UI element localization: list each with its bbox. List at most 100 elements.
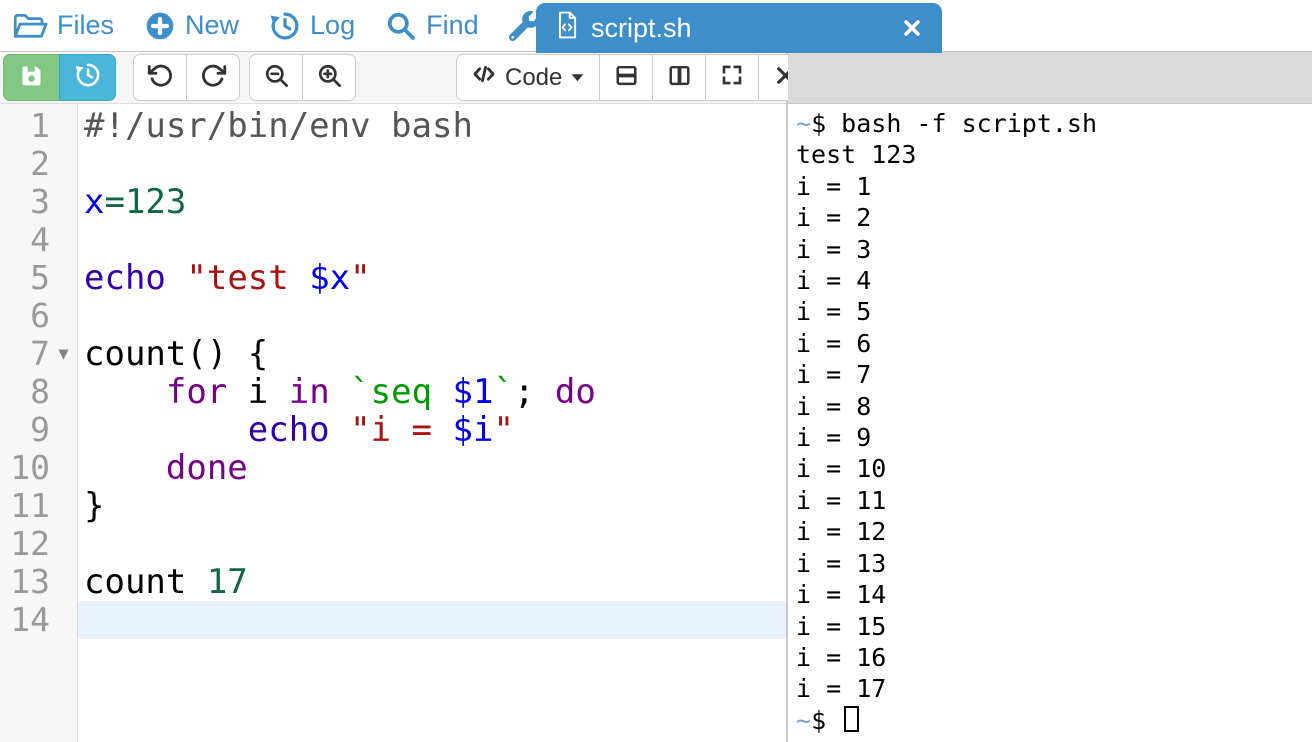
code-line[interactable]: } bbox=[78, 487, 786, 525]
line-number[interactable]: 14 bbox=[0, 601, 50, 639]
code-line[interactable]: #!/usr/bin/env bash bbox=[78, 107, 786, 145]
gutter-row[interactable]: 9 bbox=[0, 411, 77, 449]
gutter-row[interactable]: 12 bbox=[0, 525, 77, 563]
token-plain: $ bash -f script.sh bbox=[811, 109, 1097, 138]
code-line[interactable]: count() { bbox=[78, 335, 786, 373]
token-plain: i = 3 bbox=[796, 235, 871, 264]
gutter-row[interactable]: 13 bbox=[0, 563, 77, 601]
token-plain: i = 9 bbox=[796, 423, 871, 452]
token-prompt: ~ bbox=[796, 109, 811, 138]
zoom-out-icon bbox=[263, 62, 290, 94]
token-meta: #!/usr/bin/env bash bbox=[84, 106, 473, 146]
code-line[interactable] bbox=[78, 221, 786, 259]
view-group: Code bbox=[456, 54, 812, 101]
gutter-row[interactable]: 2 bbox=[0, 145, 77, 183]
caret-down-icon bbox=[570, 64, 585, 92]
line-number[interactable]: 10 bbox=[0, 449, 50, 487]
nav-label: Log bbox=[310, 10, 355, 41]
token-plain: i = 10 bbox=[796, 454, 886, 483]
undo-redo-group bbox=[133, 54, 240, 101]
zoom-out-button[interactable] bbox=[249, 54, 303, 101]
fold-marker-icon[interactable]: ▼ bbox=[50, 344, 77, 364]
code-line[interactable] bbox=[78, 601, 786, 639]
line-number[interactable]: 7 bbox=[0, 335, 50, 373]
line-number[interactable]: 2 bbox=[0, 145, 50, 183]
nav-item-find[interactable]: Find bbox=[385, 10, 479, 42]
split-vertical-button[interactable] bbox=[652, 54, 706, 101]
code-line[interactable] bbox=[78, 525, 786, 563]
terminal-line: test 123 bbox=[796, 139, 1312, 170]
tab-script-sh[interactable]: script.sh bbox=[536, 3, 942, 53]
zoom-in-icon bbox=[316, 62, 343, 94]
code-line[interactable]: x=123 bbox=[78, 183, 786, 221]
fullscreen-button[interactable] bbox=[705, 54, 759, 101]
terminal-line: i = 10 bbox=[796, 453, 1312, 484]
code-line[interactable]: echo "test $x" bbox=[78, 259, 786, 297]
search-icon bbox=[385, 10, 417, 42]
code-line[interactable] bbox=[78, 145, 786, 183]
code-lines[interactable]: #!/usr/bin/env bash x=123 echo "test $x" co… bbox=[78, 104, 786, 742]
terminal-pane: ~$ bash -f script.shtest 123i = 1i = 2i … bbox=[788, 52, 1312, 742]
save-button[interactable] bbox=[3, 54, 60, 101]
restore-history-icon bbox=[74, 61, 102, 94]
gutter-row[interactable]: 3 bbox=[0, 183, 77, 221]
gutter-row[interactable]: 11 bbox=[0, 487, 77, 525]
line-number[interactable]: 5 bbox=[0, 259, 50, 297]
gutter-row[interactable]: 8 bbox=[0, 373, 77, 411]
terminal-line: i = 5 bbox=[796, 296, 1312, 327]
gutter-row[interactable]: 1 bbox=[0, 107, 77, 145]
code-line[interactable]: for i in `seq $1`; do bbox=[78, 373, 786, 411]
line-number[interactable]: 4 bbox=[0, 221, 50, 259]
token-plain: i = 11 bbox=[796, 486, 886, 515]
gutter-row[interactable]: 4 bbox=[0, 221, 77, 259]
token-plain: i = 4 bbox=[796, 266, 871, 295]
tab-close-icon[interactable] bbox=[900, 16, 924, 40]
token-plain: i = 2 bbox=[796, 203, 871, 232]
line-number[interactable]: 13 bbox=[0, 563, 50, 601]
code-line[interactable]: done bbox=[78, 449, 786, 487]
terminal-line: i = 3 bbox=[796, 234, 1312, 265]
terminal-cursor bbox=[844, 706, 859, 732]
line-number[interactable]: 8 bbox=[0, 373, 50, 411]
wrench-icon bbox=[509, 11, 539, 41]
gutter-row[interactable]: 5 bbox=[0, 259, 77, 297]
token-kw: done bbox=[166, 448, 248, 488]
token-plain bbox=[84, 410, 248, 450]
token-plain: i = 12 bbox=[796, 517, 886, 546]
terminal-output[interactable]: ~$ bash -f script.shtest 123i = 1i = 2i … bbox=[788, 104, 1312, 742]
line-number[interactable]: 1 bbox=[0, 107, 50, 145]
token-plain: i = 14 bbox=[796, 580, 886, 609]
code-line[interactable] bbox=[78, 297, 786, 335]
code-line[interactable]: echo "i = $i" bbox=[78, 411, 786, 449]
nav-item-new[interactable]: New bbox=[144, 10, 239, 42]
tab-label: script.sh bbox=[591, 13, 692, 44]
token-plain: i = 16 bbox=[796, 643, 886, 672]
gutter-row[interactable]: 14 bbox=[0, 601, 77, 639]
gutter-row[interactable]: 10 bbox=[0, 449, 77, 487]
line-number[interactable]: 12 bbox=[0, 525, 50, 563]
terminal-line: i = 11 bbox=[796, 485, 1312, 516]
nav-label: Find bbox=[426, 10, 479, 41]
nav-item-files[interactable]: Files bbox=[12, 10, 114, 41]
gutter-row[interactable]: 7▼ bbox=[0, 335, 77, 373]
undo-button[interactable] bbox=[133, 54, 187, 101]
line-number[interactable]: 6 bbox=[0, 297, 50, 335]
code-line[interactable]: count 17 bbox=[78, 563, 786, 601]
gutter: 1234567▼891011121314 bbox=[0, 104, 78, 742]
line-number[interactable]: 11 bbox=[0, 487, 50, 525]
code-editor[interactable]: 1234567▼891011121314 #!/usr/bin/env bash… bbox=[0, 104, 786, 742]
mode-dropdown[interactable]: Code bbox=[456, 54, 600, 101]
nav-item-log[interactable]: Log bbox=[269, 10, 355, 42]
redo-button[interactable] bbox=[186, 54, 240, 101]
line-number[interactable]: 3 bbox=[0, 183, 50, 221]
token-plain bbox=[330, 372, 350, 412]
gutter-row[interactable]: 6 bbox=[0, 297, 77, 335]
redo-icon bbox=[200, 62, 227, 94]
zoom-in-button[interactable] bbox=[302, 54, 356, 101]
history-button[interactable] bbox=[59, 54, 116, 101]
split-horizontal-button[interactable] bbox=[599, 54, 653, 101]
token-plain: i = 17 bbox=[796, 674, 886, 703]
terminal-line: i = 15 bbox=[796, 611, 1312, 642]
line-number[interactable]: 9 bbox=[0, 411, 50, 449]
nav-label: New bbox=[185, 10, 239, 41]
